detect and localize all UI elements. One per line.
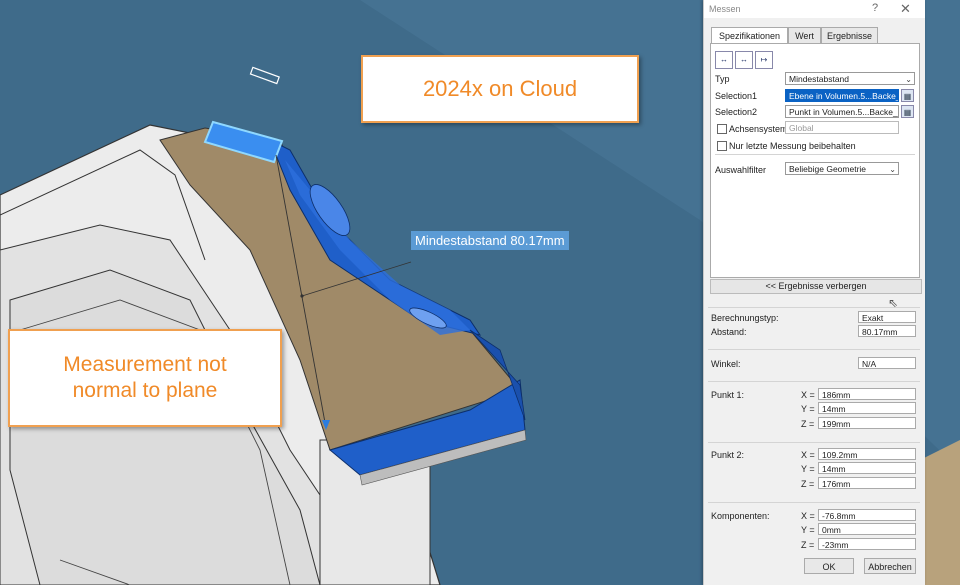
angle-value: N/A [858,357,916,369]
punkt1-x: 186mm [818,388,916,400]
toggle-results-button[interactable]: << Ergebnisse verbergen [710,279,922,294]
axis-x-label: X = [801,450,815,460]
help-icon[interactable]: ? [872,2,878,14]
axis-z-label: Z = [801,479,815,489]
chevron-down-icon: ⌄ [905,75,912,84]
chevron-down-icon: ⌄ [889,165,896,174]
filter-value: Beliebige Geometrie [789,164,867,174]
selection1-list-icon[interactable]: ▦ [901,89,914,102]
divider [708,349,920,350]
axis-x-label: X = [801,511,815,521]
calc-type-label: Berechnungstyp: [711,313,779,323]
angle-label: Winkel: [711,359,741,369]
calc-type-value: Exakt [858,311,916,323]
punkt2-y: 14mm [818,462,916,474]
typ-value: Mindestabstand [789,74,850,84]
tab-ergebnisse[interactable]: Ergebnisse [821,27,878,44]
dialog-titlebar[interactable]: Messen ? ✕ [704,0,925,18]
filter-label: Auswahlfilter [715,165,767,175]
close-icon[interactable]: ✕ [900,1,911,17]
dialog-title: Messen [709,4,741,14]
achsensystem-label: Achsensystem [729,124,788,134]
keep-last-checkbox[interactable] [717,141,727,151]
punkt1-label: Punkt 1: [711,390,745,400]
mode-distance-icon[interactable]: ↔ [715,51,733,69]
typ-dropdown[interactable]: Mindestabstand ⌄ [785,72,915,85]
mode-fan-icon[interactable]: ↦ [755,51,773,69]
components-label: Komponenten: [711,511,770,521]
punkt2-x: 109.2mm [818,448,916,460]
distance-value: 80.17mm [858,325,916,337]
distance-label: Abstand: [711,327,747,337]
achsensystem-checkbox[interactable] [717,124,727,134]
measurement-note-callout: Measurement not normal to plane [8,329,282,427]
measure-dialog: Messen ? ✕ Spezifikationen Wert Ergebnis… [703,0,925,585]
selection2-label: Selection2 [715,107,758,117]
axis-y-label: Y = [801,525,815,535]
divider [708,381,920,382]
achsensystem-field: Global [785,121,899,134]
components-x: -76.8mm [818,509,916,521]
components-z: -23mm [818,538,916,550]
punkt2-z: 176mm [818,477,916,489]
selection1-label: Selection1 [715,91,758,101]
axis-y-label: Y = [801,464,815,474]
measurement-label: Mindestabstand 80.17mm [411,231,569,250]
punkt1-z: 199mm [818,417,916,429]
selection2-list-icon[interactable]: ▦ [901,105,914,118]
tab-wert[interactable]: Wert [788,27,821,44]
keep-last-label: Nur letzte Messung beibehalten [729,141,856,151]
axis-z-label: Z = [801,419,815,429]
selection2-field[interactable]: Punkt in Volumen.5...Backe_ [785,105,899,118]
selection1-field[interactable]: Ebene in Volumen.5...Backe_ [785,89,899,102]
measurement-note-text: Measurement not normal to plane [63,353,227,402]
components-y: 0mm [818,523,916,535]
divider [708,442,920,443]
punkt2-label: Punkt 2: [711,450,745,460]
divider [708,307,920,308]
divider [708,502,920,503]
mode-chain-icon[interactable]: ↔ [735,51,753,69]
punkt1-y: 14mm [818,402,916,414]
specifications-panel: ↔ ↔ ↦ Typ Mindestabstand ⌄ Selection1 Ebe… [710,43,920,278]
axis-x-label: X = [801,390,815,400]
divider [715,154,915,155]
cancel-button[interactable]: Abbrechen [864,558,916,574]
axis-y-label: Y = [801,404,815,414]
ok-button[interactable]: OK [804,558,854,574]
axis-z-label: Z = [801,540,815,550]
cloud-version-callout: 2024x on Cloud [361,55,639,123]
filter-dropdown[interactable]: Beliebige Geometrie ⌄ [785,162,899,175]
typ-label: Typ [715,74,730,84]
